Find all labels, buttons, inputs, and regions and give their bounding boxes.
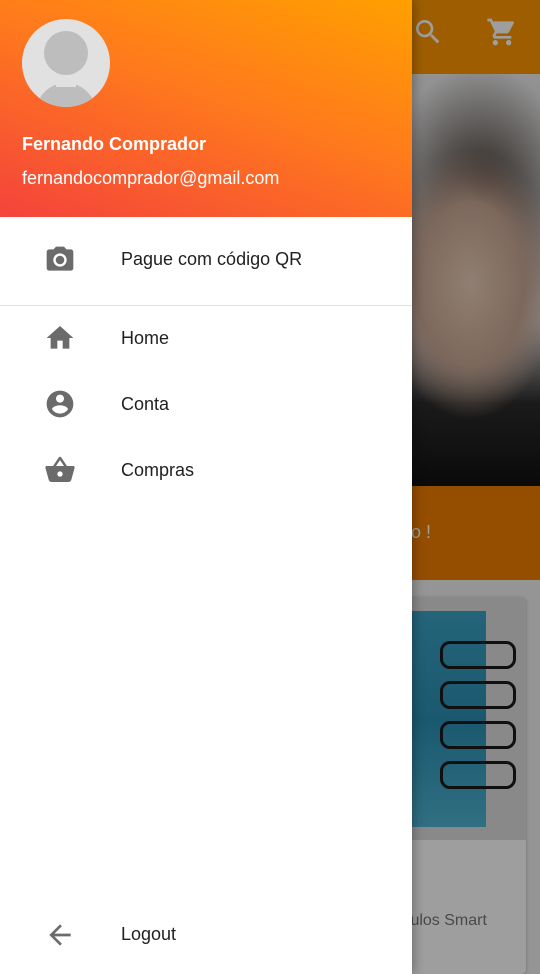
menu-item-label: Home — [121, 328, 170, 348]
menu-item-label: Compras — [121, 460, 195, 480]
home-icon — [44, 322, 76, 354]
account-circle-icon — [44, 388, 76, 420]
user-email: fernandocomprador@gmail.com — [22, 168, 280, 188]
menu-item-label: Conta — [121, 394, 170, 414]
menu-item-account[interactable]: Conta — [0, 371, 412, 437]
arrow-back-icon — [44, 919, 76, 951]
shopping-basket-icon — [44, 454, 76, 486]
menu-item-qr-pay[interactable]: Pague com código QR — [0, 227, 412, 293]
menu-item-label: Pague com código QR — [121, 249, 303, 269]
user-name: Fernando Comprador — [22, 134, 207, 154]
menu-item-home[interactable]: Home — [0, 305, 412, 371]
drawer-header: Fernando Comprador fernandocomprador@gma… — [0, 0, 412, 217]
logout-button[interactable]: Logout — [0, 902, 412, 968]
logout-label: Logout — [121, 924, 177, 944]
avatar[interactable] — [22, 19, 110, 107]
menu-item-purchases[interactable]: Compras — [0, 437, 412, 503]
navigation-drawer: Fernando Comprador fernandocomprador@gma… — [0, 0, 412, 974]
camera-icon — [44, 244, 76, 276]
